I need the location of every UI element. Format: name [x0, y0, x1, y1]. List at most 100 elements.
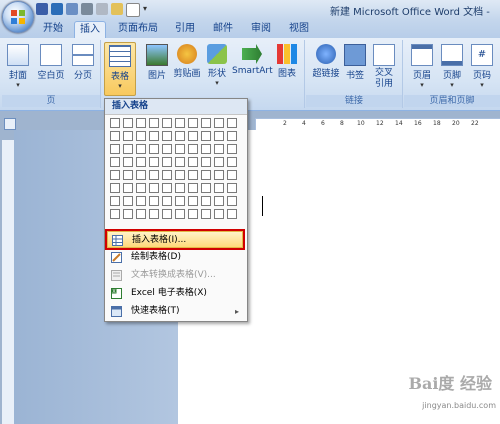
save-icon[interactable] [36, 3, 48, 15]
tab-references[interactable]: 引用 [170, 21, 200, 37]
grid-cell[interactable] [136, 209, 146, 219]
grid-cell[interactable] [110, 144, 120, 154]
grid-cell[interactable] [227, 131, 237, 141]
grid-cell[interactable] [149, 183, 159, 193]
grid-cell[interactable] [201, 131, 211, 141]
draw-table-item[interactable]: 绘制表格(D) [107, 249, 243, 266]
grid-cell[interactable] [149, 131, 159, 141]
grid-cell[interactable] [175, 157, 185, 167]
tab-page-layout[interactable]: 页面布局 [112, 21, 164, 37]
grid-cell[interactable] [136, 170, 146, 180]
grid-cell[interactable] [162, 144, 172, 154]
header-button[interactable]: 页眉 ▾ [408, 42, 436, 89]
grid-cell[interactable] [188, 183, 198, 193]
grid-cell[interactable] [110, 209, 120, 219]
grid-cell[interactable] [214, 118, 224, 128]
grid-cell[interactable] [123, 118, 133, 128]
grid-cell[interactable] [162, 183, 172, 193]
undo-icon[interactable] [51, 3, 63, 15]
grid-cell[interactable] [175, 118, 185, 128]
grid-cell[interactable] [214, 131, 224, 141]
grid-cell[interactable] [123, 144, 133, 154]
grid-cell[interactable] [201, 183, 211, 193]
table-button[interactable]: 表格 ▾ [104, 42, 136, 96]
grid-cell[interactable] [123, 131, 133, 141]
grid-cell[interactable] [110, 131, 120, 141]
grid-cell[interactable] [136, 118, 146, 128]
footer-button[interactable]: 页脚 ▾ [438, 42, 466, 89]
grid-cell[interactable] [175, 131, 185, 141]
grid-cell[interactable] [110, 118, 120, 128]
grid-cell[interactable] [123, 157, 133, 167]
grid-cell[interactable] [162, 196, 172, 206]
grid-cell[interactable] [149, 170, 159, 180]
grid-cell[interactable] [201, 209, 211, 219]
grid-cell[interactable] [201, 170, 211, 180]
new-icon[interactable] [126, 3, 140, 17]
grid-cell[interactable] [227, 170, 237, 180]
grid-cell[interactable] [214, 144, 224, 154]
grid-cell[interactable] [123, 196, 133, 206]
quick-tables-item[interactable]: 快速表格(T) ▸ [107, 303, 243, 320]
grid-cell[interactable] [136, 183, 146, 193]
grid-cell[interactable] [175, 183, 185, 193]
tab-insert[interactable]: 插入 [74, 21, 106, 38]
grid-cell[interactable] [214, 183, 224, 193]
grid-cell[interactable] [162, 209, 172, 219]
grid-cell[interactable] [227, 183, 237, 193]
qat-dropdown-icon[interactable]: ▾ [143, 3, 149, 15]
grid-cell[interactable] [149, 118, 159, 128]
insert-table-item[interactable]: 插入表格(I)... [105, 229, 245, 250]
grid-cell[interactable] [201, 157, 211, 167]
tab-view[interactable]: 视图 [284, 21, 314, 37]
grid-cell[interactable] [123, 183, 133, 193]
grid-cell[interactable] [227, 209, 237, 219]
tab-selector[interactable] [4, 118, 16, 130]
chart-button[interactable]: 图表 [274, 42, 300, 79]
grid-cell[interactable] [214, 157, 224, 167]
grid-cell[interactable] [188, 196, 198, 206]
hyperlink-button[interactable]: 超链接 [310, 42, 342, 79]
grid-cell[interactable] [188, 170, 198, 180]
grid-cell[interactable] [188, 118, 198, 128]
grid-cell[interactable] [136, 131, 146, 141]
grid-cell[interactable] [188, 144, 198, 154]
grid-cell[interactable] [188, 157, 198, 167]
office-button[interactable] [2, 1, 34, 33]
grid-cell[interactable] [149, 144, 159, 154]
grid-cell[interactable] [227, 157, 237, 167]
grid-cell[interactable] [110, 157, 120, 167]
shapes-button[interactable]: 形状 ▾ [204, 42, 230, 87]
grid-cell[interactable] [214, 170, 224, 180]
picture-button[interactable]: 图片 [144, 42, 170, 81]
open-icon[interactable] [111, 3, 123, 15]
print-icon[interactable] [81, 3, 93, 15]
grid-cell[interactable] [136, 196, 146, 206]
grid-cell[interactable] [110, 196, 120, 206]
grid-cell[interactable] [175, 170, 185, 180]
grid-cell[interactable] [123, 209, 133, 219]
grid-cell[interactable] [175, 209, 185, 219]
tab-review[interactable]: 审阅 [246, 21, 276, 37]
grid-cell[interactable] [175, 196, 185, 206]
cover-page-button[interactable]: 封面 ▾ [4, 42, 32, 89]
grid-cell[interactable] [188, 131, 198, 141]
excel-spreadsheet-item[interactable]: X Excel 电子表格(X) [107, 285, 243, 302]
blank-page-button[interactable]: 空白页 [34, 42, 68, 81]
grid-cell[interactable] [136, 144, 146, 154]
grid-cell[interactable] [149, 209, 159, 219]
grid-cell[interactable] [214, 196, 224, 206]
grid-cell[interactable] [201, 196, 211, 206]
cross-reference-button[interactable]: 交叉 引用 [370, 42, 398, 90]
page-number-button[interactable]: # 页码 ▾ [468, 42, 496, 89]
grid-cell[interactable] [110, 170, 120, 180]
grid-cell[interactable] [149, 196, 159, 206]
redo-icon[interactable] [66, 3, 78, 15]
smartart-button[interactable]: SmartArt [232, 42, 273, 76]
grid-cell[interactable] [123, 170, 133, 180]
grid-cell[interactable] [188, 209, 198, 219]
grid-cell[interactable] [162, 170, 172, 180]
grid-cell[interactable] [162, 118, 172, 128]
grid-cell[interactable] [201, 118, 211, 128]
tab-home[interactable]: 开始 [38, 21, 68, 37]
